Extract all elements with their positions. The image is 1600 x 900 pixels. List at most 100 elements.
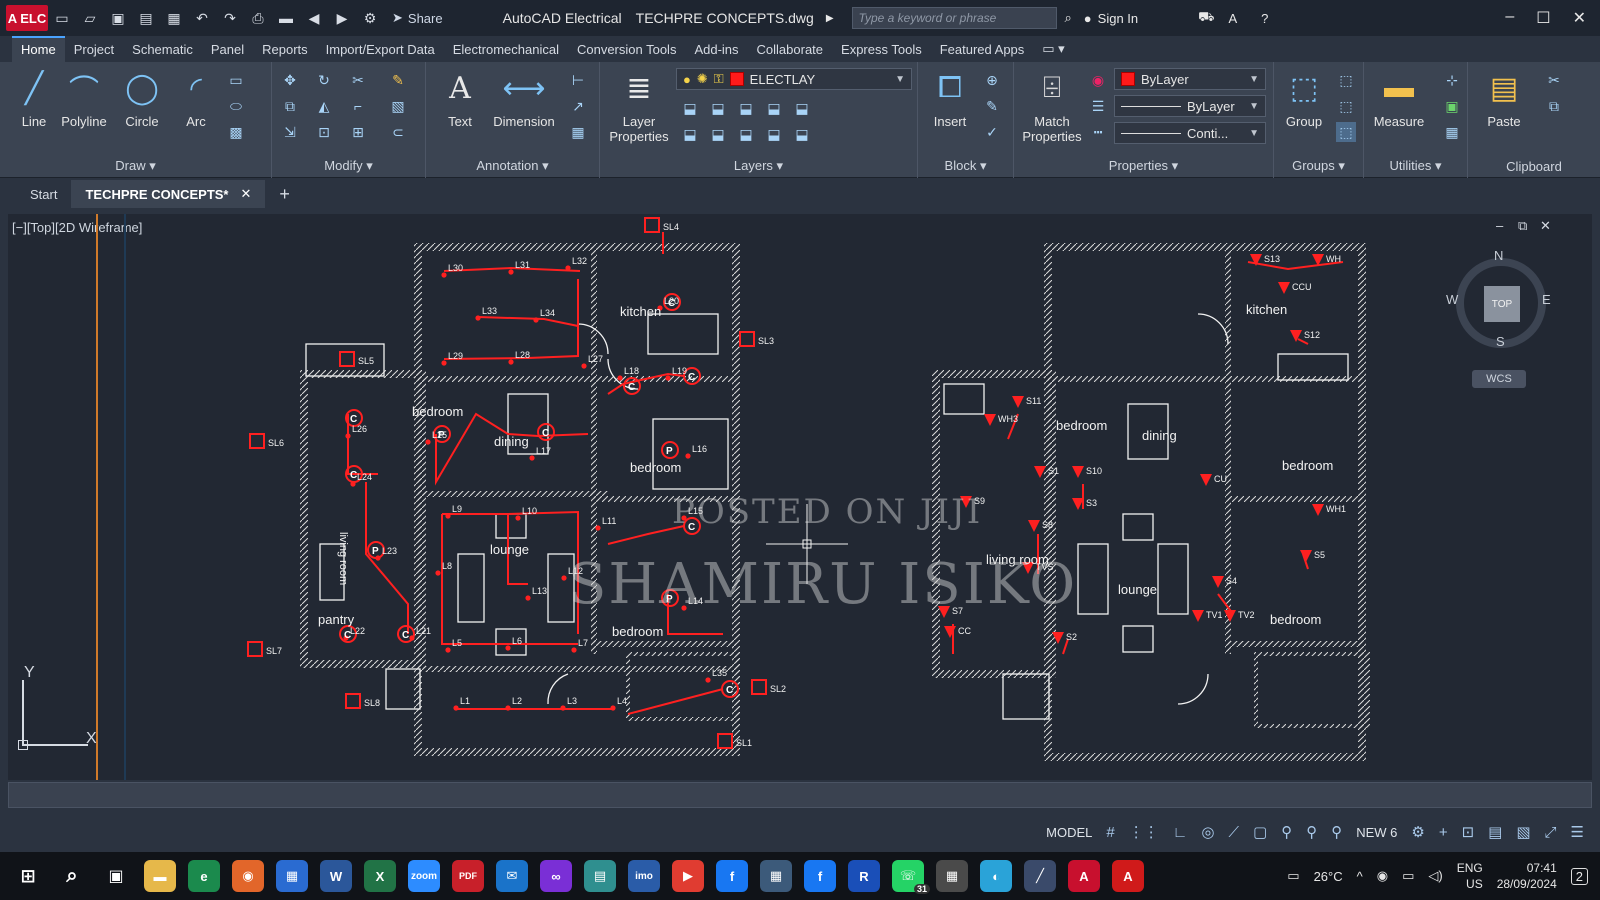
app-icon-teal[interactable]: ▤	[584, 860, 616, 892]
annotation-visibility-icon[interactable]: ⚲	[1281, 823, 1292, 841]
layer-tool-icon-1[interactable]: ⬓	[680, 98, 700, 118]
layer-properties-tool[interactable]: ≣ Layer Properties	[604, 68, 674, 145]
close-icon[interactable]: ✕	[1573, 8, 1586, 28]
open-file-icon[interactable]: ▱	[81, 9, 99, 27]
socket-label[interactable]: CU	[1214, 474, 1227, 484]
tab-reports[interactable]: Reports	[253, 38, 317, 62]
socket-symbol[interactable]	[1312, 504, 1324, 516]
switch-box[interactable]	[249, 433, 265, 449]
sign-in-button[interactable]: ● Sign In	[1084, 11, 1138, 26]
table-icon[interactable]: ▦	[568, 122, 588, 142]
light-label[interactable]: L29	[448, 351, 463, 361]
light-point[interactable]	[560, 705, 566, 711]
socket-symbol[interactable]	[1278, 282, 1290, 294]
ribbon-minimize-icon[interactable]: ▭ ▾	[1033, 37, 1073, 62]
ungroup-icon[interactable]: ⬚	[1336, 70, 1356, 90]
switch-box[interactable]	[739, 331, 755, 347]
leader-icon[interactable]: ↗	[568, 96, 588, 116]
light-label[interactable]: L16	[692, 444, 707, 454]
light-label[interactable]: L2	[512, 696, 522, 706]
tab-express-tools[interactable]: Express Tools	[832, 38, 931, 62]
light-label[interactable]: L19	[672, 366, 687, 376]
polyline-tool[interactable]: ⌒ Polyline	[56, 68, 112, 129]
measure-tool[interactable]: ▬ Measure	[1366, 68, 1432, 129]
save-icon[interactable]: ▣	[109, 9, 127, 27]
snap-icon[interactable]: ⋮⋮	[1129, 823, 1159, 841]
calculator-icon[interactable]: ▦	[1442, 122, 1462, 142]
array-icon[interactable]: ⊞	[348, 122, 368, 142]
switch-box[interactable]	[717, 733, 733, 749]
search-input[interactable]: Type a keyword or phrase	[851, 7, 1057, 29]
word-icon[interactable]: W	[320, 860, 352, 892]
light-label[interactable]: L30	[448, 263, 463, 273]
light-label[interactable]: L31	[515, 260, 530, 270]
new-tab-icon[interactable]: +	[265, 178, 304, 211]
room-label[interactable]: bedroom	[630, 460, 681, 475]
light-label[interactable]: L10	[522, 506, 537, 516]
layer-tool-icon-9[interactable]: ⬓	[764, 124, 784, 144]
match-properties-tool[interactable]: ⌹ Match Properties	[1018, 68, 1086, 144]
light-point[interactable]	[685, 453, 691, 459]
switch-label[interactable]: SL5	[358, 356, 374, 366]
light-label[interactable]: L9	[452, 504, 462, 514]
compass-w[interactable]: W	[1446, 292, 1458, 307]
group-select-icon[interactable]: ⬚	[1336, 122, 1356, 142]
light-point[interactable]	[529, 455, 535, 461]
annotation-panel-title[interactable]: Annotation ▾	[426, 158, 599, 174]
layer-dropdown[interactable]: ● ✺ ⚿ ELECTLAY ▼	[676, 68, 912, 90]
grid-icon[interactable]: #	[1106, 824, 1114, 841]
switch-box[interactable]	[751, 679, 767, 695]
socket-label[interactable]: S11	[1026, 396, 1041, 406]
tab-conversion-tools[interactable]: Conversion Tools	[568, 38, 685, 62]
light-label[interactable]: L33	[482, 306, 497, 316]
layer-tool-icon-10[interactable]: ⬓	[792, 124, 812, 144]
light-point[interactable]	[595, 525, 601, 531]
share-button[interactable]: ➤ Share	[392, 10, 443, 26]
switch-label[interactable]: SL3	[758, 336, 774, 346]
light-point[interactable]	[705, 677, 711, 683]
light-point[interactable]	[508, 269, 514, 275]
auto-scale-icon[interactable]: ⚲	[1306, 823, 1317, 841]
maximize-icon[interactable]: ☐	[1536, 8, 1550, 28]
light-label[interactable]: L24	[357, 472, 372, 482]
light-label[interactable]: L1	[460, 696, 470, 706]
revit-icon[interactable]: R	[848, 860, 880, 892]
tray-expand-icon[interactable]: ^	[1357, 869, 1363, 884]
tab-project[interactable]: Project	[65, 38, 123, 62]
socket-symbol[interactable]	[1200, 474, 1212, 486]
drawing-canvas[interactable]: [−][Top][2D Wireframe] C C C P C C C P C…	[8, 214, 1592, 780]
object-snap-icon[interactable]: ▢	[1253, 823, 1267, 841]
offset-icon[interactable]: ⊂	[388, 122, 408, 142]
battery-icon[interactable]: ▭	[1402, 868, 1414, 884]
imo-icon[interactable]: imo	[628, 860, 660, 892]
light-label[interactable]: L22	[350, 626, 365, 636]
cut-icon[interactable]: ✂	[1544, 70, 1564, 90]
light-point[interactable]	[533, 317, 539, 323]
tab-drawing[interactable]: TECHPRE CONCEPTS* ✕	[71, 180, 266, 208]
line-tool[interactable]: ╱ Line	[6, 68, 62, 130]
compass-s[interactable]: S	[1496, 334, 1505, 349]
light-label[interactable]: L26	[352, 424, 367, 434]
light-label[interactable]: L27	[588, 354, 603, 364]
switch-label[interactable]: SL1	[736, 738, 752, 748]
tab-featured-apps[interactable]: Featured Apps	[931, 38, 1034, 62]
tab-start[interactable]: Start	[16, 181, 71, 208]
color-dropdown[interactable]: ByLayer ▼	[1114, 68, 1266, 90]
command-line[interactable]	[8, 782, 1592, 808]
video-icon[interactable]: ▶	[672, 860, 704, 892]
facebook-icon[interactable]: f	[716, 860, 748, 892]
socket-label[interactable]: S13	[1264, 254, 1280, 264]
create-block-icon[interactable]: ⊕	[982, 70, 1002, 90]
viewport-close-icon[interactable]: ✕	[1540, 218, 1551, 234]
room-label[interactable]: dining	[1142, 428, 1177, 443]
help-icon[interactable]: ?	[1261, 11, 1268, 26]
model-space-button[interactable]: MODEL	[1046, 825, 1092, 840]
room-label[interactable]: kitchen	[620, 304, 661, 319]
paste-tool[interactable]: ▤ Paste	[1476, 68, 1532, 130]
light-point[interactable]	[505, 705, 511, 711]
room-label[interactable]: kitchen	[1246, 302, 1287, 317]
light-label[interactable]: L3	[567, 696, 577, 706]
plus-icon[interactable]: +	[1439, 824, 1448, 841]
stylus-app-icon[interactable]: ╱	[1024, 860, 1056, 892]
windows-start-icon[interactable]: ⊞	[12, 860, 44, 892]
